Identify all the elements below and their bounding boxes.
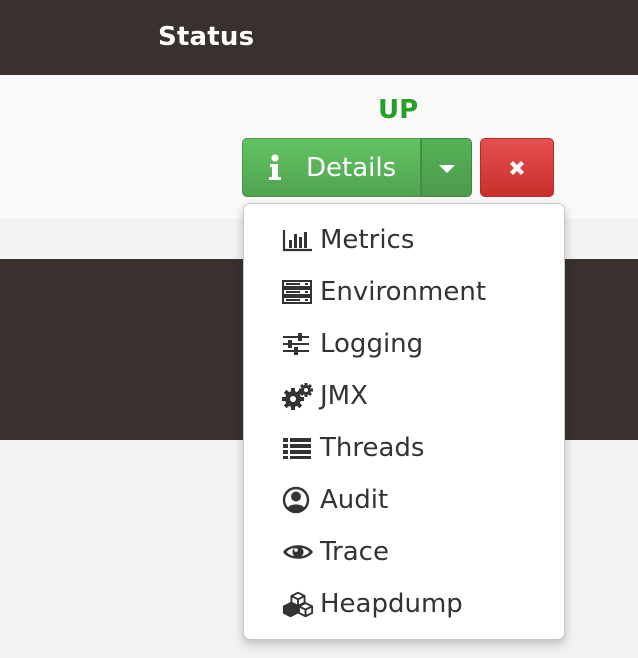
status-badge: UP: [378, 95, 419, 125]
details-button[interactable]: Details: [242, 138, 421, 197]
details-dropdown-toggle[interactable]: [421, 138, 472, 197]
server-icon: [282, 276, 314, 308]
menu-item-label: Environment: [320, 277, 487, 307]
menu-item-heapdump[interactable]: Heapdump: [282, 584, 552, 624]
sliders-icon: [282, 328, 314, 360]
table-header: Status: [0, 0, 638, 75]
details-dropdown-menu: Metrics Environment Logging JMX Threads …: [243, 203, 565, 640]
bar-chart-icon: [282, 224, 314, 256]
menu-item-label: Heapdump: [320, 589, 463, 619]
user-circle-icon: [282, 484, 314, 516]
menu-item-label: Trace: [320, 537, 389, 567]
menu-item-label: Logging: [320, 329, 424, 359]
menu-item-label: Audit: [320, 485, 389, 515]
menu-item-logging[interactable]: Logging: [282, 324, 552, 364]
menu-item-jmx[interactable]: JMX: [282, 376, 552, 416]
eye-icon: [282, 536, 314, 568]
details-button-label: Details: [306, 153, 397, 183]
menu-item-label: Threads: [320, 433, 425, 463]
menu-item-environment[interactable]: Environment: [282, 272, 552, 312]
list-icon: [282, 432, 314, 464]
menu-item-label: JMX: [320, 381, 368, 411]
cubes-icon: [282, 588, 314, 620]
close-icon: [510, 161, 524, 175]
info-icon: [267, 153, 283, 181]
menu-item-label: Metrics: [320, 225, 415, 255]
menu-item-trace[interactable]: Trace: [282, 532, 552, 572]
caret-down-icon: [439, 165, 455, 173]
gears-icon: [282, 380, 314, 412]
menu-item-metrics[interactable]: Metrics: [282, 220, 552, 260]
details-button-group: Details: [242, 138, 472, 197]
menu-item-threads[interactable]: Threads: [282, 428, 552, 468]
status-column-header: Status: [158, 22, 255, 52]
remove-button[interactable]: [480, 138, 554, 197]
menu-item-audit[interactable]: Audit: [282, 480, 552, 520]
